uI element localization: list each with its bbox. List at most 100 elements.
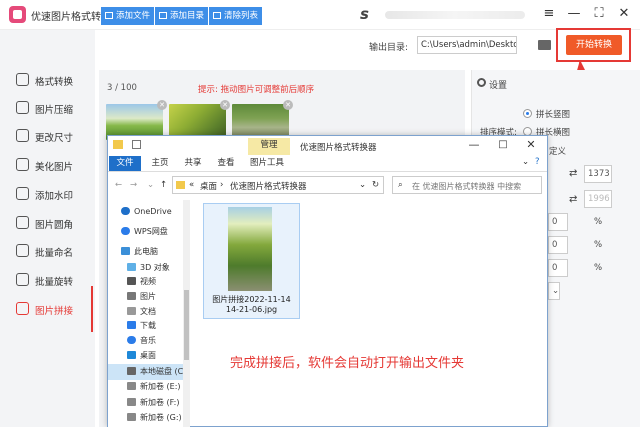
remove-icon[interactable]: ✕: [283, 100, 293, 110]
align-dropdown[interactable]: ⌄: [548, 282, 560, 300]
sidebar-item-watermark[interactable]: 添加水印: [0, 181, 95, 207]
cube-icon: [127, 263, 136, 271]
output-dir-input[interactable]: C:\Users\admin\Deskto: [417, 36, 517, 54]
help-icon[interactable]: ?: [535, 157, 540, 167]
sidebar-item-round-corner[interactable]: 图片圆角: [0, 210, 95, 236]
tree-item-label: 新加卷 (E:): [140, 382, 181, 391]
quick-access-icon[interactable]: [132, 140, 141, 149]
chevron-down-icon[interactable]: ⌄: [359, 180, 366, 190]
tree-item-volume-e[interactable]: 新加卷 (E:): [127, 379, 181, 395]
tab-share[interactable]: 共享: [178, 156, 208, 171]
menu-icon[interactable]: ≡: [541, 5, 557, 23]
minimize-button[interactable]: —: [566, 5, 582, 23]
start-convert-button[interactable]: 开始转换: [566, 35, 622, 55]
tree-item-videos[interactable]: 视频: [127, 274, 156, 290]
tree-item-label: 音乐: [140, 336, 156, 345]
option-long-vertical-label: 拼长竖图: [536, 110, 571, 120]
explorer-close-button[interactable]: ✕: [523, 136, 539, 154]
margin-input-3[interactable]: 0: [548, 259, 568, 277]
breadcrumb-current-folder[interactable]: 优速图片格式转换器: [230, 180, 307, 192]
tree-item-label: 新加卷 (G:): [140, 413, 182, 422]
radio-long-vertical[interactable]: [523, 109, 532, 118]
height-input[interactable]: 1996: [584, 190, 612, 208]
breadcrumb-separator: ›: [220, 180, 224, 190]
address-overflow[interactable]: «: [189, 180, 194, 190]
file-icon: [105, 12, 113, 19]
explorer-minimize-button[interactable]: —: [466, 136, 482, 154]
tree-scrollbar-thumb[interactable]: [184, 290, 189, 360]
add-dir-button[interactable]: 添加目录: [155, 7, 209, 25]
sidebar-item-batch-rotate[interactable]: 批量旋转: [0, 267, 95, 293]
chevron-down-icon[interactable]: ⌄: [147, 180, 154, 190]
add-file-label: 添加文件: [116, 11, 151, 21]
margin-input-2[interactable]: 0: [548, 236, 568, 254]
file-thumbnail[interactable]: [228, 207, 272, 291]
breadcrumb-desktop[interactable]: 桌面: [200, 180, 217, 192]
chevron-down-icon[interactable]: ⌄: [522, 157, 529, 167]
width-input[interactable]: 1373: [584, 165, 612, 183]
sidebar-item-label: 美化图片: [35, 162, 74, 173]
tree-item-label: 本地磁盘 (C:: [140, 367, 186, 376]
tree-item-wps-drive[interactable]: WPS网盘: [121, 224, 168, 240]
tree-item-onedrive[interactable]: OneDrive: [121, 204, 172, 220]
sidebar-item-label: 图片圆角: [35, 220, 74, 231]
tree-item-label: 3D 对象: [140, 263, 170, 272]
margin-input-1[interactable]: 0: [548, 213, 568, 231]
tab-home[interactable]: 主页: [145, 156, 175, 171]
tree-item-label: 视频: [140, 277, 156, 286]
sidebar-item-label: 批量旋转: [35, 277, 74, 288]
file-name: 图片拼接2022-11-14 14-21-06.jpg: [212, 295, 291, 314]
tree-item-label: 此电脑: [134, 247, 158, 256]
rename-icon: [16, 244, 29, 257]
tab-view[interactable]: 查看: [211, 156, 241, 171]
tree-item-label: 桌面: [140, 351, 156, 360]
remove-icon[interactable]: ✕: [220, 100, 230, 110]
ribbon-manage-tab[interactable]: 管理: [248, 138, 290, 155]
clear-list-button[interactable]: 清除列表: [209, 7, 263, 25]
tree-item-desktop[interactable]: 桌面: [127, 348, 156, 364]
percent-sign: %: [594, 217, 603, 227]
sidebar-item-beautify[interactable]: 美化图片: [0, 152, 95, 178]
up-arrow-icon[interactable]: ↑: [160, 180, 167, 190]
percent-sign: %: [594, 263, 603, 273]
tree-item-volume-f[interactable]: 新加卷 (F:): [127, 395, 179, 411]
tree-item-label: 图片: [140, 292, 156, 301]
desktop-icon: [127, 351, 136, 359]
download-icon: [127, 321, 136, 329]
sidebar-item-image-stitch[interactable]: 图片拼接: [0, 286, 95, 332]
explorer-maximize-button[interactable]: □: [495, 136, 511, 154]
tree-item-music[interactable]: 音乐: [127, 333, 156, 349]
remove-icon[interactable]: ✕: [157, 100, 167, 110]
sidebar-item-format-convert[interactable]: 格式转换: [0, 67, 95, 93]
beautify-icon: [16, 158, 29, 171]
refresh-icon[interactable]: ↻: [372, 180, 379, 190]
sidebar-item-compress[interactable]: 图片压缩: [0, 95, 95, 121]
tree-item-label: 下载: [140, 321, 156, 330]
swap-icon[interactable]: ⇄: [569, 194, 577, 205]
back-arrow-icon[interactable]: ←: [115, 180, 122, 190]
tab-picture-tools[interactable]: 图片工具: [246, 156, 288, 171]
tree-item-downloads[interactable]: 下载: [127, 318, 156, 334]
maximize-button[interactable]: ⛶: [591, 5, 607, 23]
drag-hint: 提示: 拖动图片可调整前后顺序: [198, 85, 315, 95]
open-folder-icon[interactable]: [538, 40, 551, 50]
computer-icon: [121, 247, 130, 255]
drive-icon: [127, 382, 136, 390]
add-file-button[interactable]: 添加文件: [101, 7, 155, 25]
annotation-caption: 完成拼接后，软件会自动打开输出文件夹: [230, 356, 465, 371]
stitch-icon: [16, 302, 29, 315]
tree-item-pictures[interactable]: 图片: [127, 289, 156, 305]
app-logo-icon: [9, 6, 26, 23]
explorer-folder-icon: [113, 140, 123, 149]
forward-arrow-icon[interactable]: →: [130, 180, 137, 190]
tree-item-local-disk-c[interactable]: 本地磁盘 (C:: [108, 364, 186, 380]
swap-icon[interactable]: ⇄: [569, 168, 577, 179]
sidebar-item-resize[interactable]: 更改尺寸: [0, 123, 95, 149]
tree-item-this-pc[interactable]: 此电脑: [121, 244, 158, 260]
sidebar-item-batch-rename[interactable]: 批量命名: [0, 238, 95, 264]
music-icon: [127, 336, 136, 344]
tab-file[interactable]: 文件: [109, 156, 141, 171]
tree-item-volume-g[interactable]: 新加卷 (G:): [127, 410, 182, 426]
settings-title: 设置: [489, 81, 508, 91]
close-button[interactable]: ✕: [616, 5, 632, 23]
